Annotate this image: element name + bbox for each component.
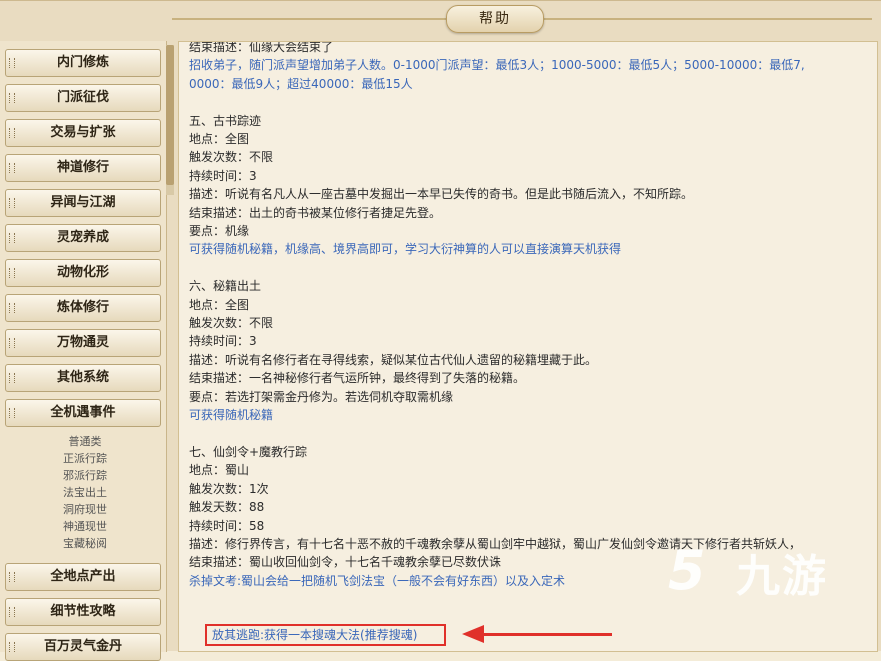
sidebar-item-1[interactable]: 门派征伐: [5, 84, 161, 112]
sidebar-item-0[interactable]: 内门修炼: [5, 49, 161, 77]
help-window: 帮助 内门修炼门派征伐交易与扩张神道修行异闻与江湖灵宠养成动物化形炼体修行万物通…: [0, 0, 881, 661]
content-line: 地点：全图: [189, 297, 250, 312]
grip-icon: [9, 408, 15, 418]
watermark: 5 九游: [668, 537, 858, 627]
sidebar-item-6[interactable]: 动物化形: [5, 259, 161, 287]
content-line: 描述：听说有名修行者在寻得线索，疑似某位古代仙人遗留的秘籍埋藏于此。: [189, 352, 598, 367]
content-line: 结束描述：出土的奇书被某位修行者捷足先登。: [189, 205, 442, 220]
sidebar-item-label: 炼体修行: [56, 300, 109, 315]
grip-icon: [9, 338, 15, 348]
content-line: 要点：机缘: [189, 224, 250, 239]
sidebar-item-10[interactable]: 全机遇事件: [5, 399, 161, 427]
grip-icon: [9, 572, 15, 582]
sidebar-item-9[interactable]: 其他系统: [5, 364, 161, 392]
sidebar-item-5[interactable]: 灵宠养成: [5, 224, 161, 252]
watermark-text: 九游: [736, 551, 828, 602]
content-line: 持续时间：58: [189, 518, 265, 533]
content-line: 五、古书踪迹: [189, 113, 262, 128]
content-line: 触发次数：不限: [189, 316, 274, 331]
sub-category-item[interactable]: 宝藏秘阅: [40, 535, 130, 552]
sidebar-item-label: 细节性攻略: [50, 604, 116, 619]
sub-category-item[interactable]: 正派行踪: [40, 450, 130, 467]
grip-icon: [9, 128, 15, 138]
grip-icon: [9, 198, 15, 208]
sidebar-item-3[interactable]: 神道修行: [5, 154, 161, 182]
content-line: 持续时间：3: [189, 168, 257, 183]
sidebar-bottom-item-2[interactable]: 百万灵气金丹: [5, 633, 161, 661]
grip-icon: [9, 373, 15, 383]
sub-category-list: 普通类 正派行踪 邪派行踪 法宝出土 洞府现世 神通现世 宝藏秘阅: [40, 433, 130, 552]
content-line: 持续时间：3: [189, 334, 257, 349]
sidebar-item-label: 内门修炼: [56, 55, 109, 70]
content-line: 0000：最低9人；超过40000：最低15人: [189, 76, 413, 91]
sidebar-item-label: 动物化形: [56, 265, 109, 280]
grip-icon: [9, 58, 15, 68]
content-line: 地点：蜀山: [189, 463, 250, 478]
sidebar: 内门修炼门派征伐交易与扩张神道修行异闻与江湖灵宠养成动物化形炼体修行万物通灵其他…: [0, 41, 167, 661]
sidebar-item-label: 异闻与江湖: [50, 195, 116, 210]
window-title: 帮助: [446, 5, 544, 33]
grip-icon: [9, 163, 15, 173]
content-line: 七、仙剑令+魔教行踪: [189, 444, 308, 459]
content-line: 地点：全图: [189, 132, 250, 147]
sidebar-item-7[interactable]: 炼体修行: [5, 294, 161, 322]
highlight-text: 放其逃跑:获得一本搜魂大法(推荐搜魂): [212, 628, 418, 642]
sub-category-item[interactable]: 法宝出土: [40, 484, 130, 501]
sub-category-item[interactable]: 普通类: [40, 433, 130, 450]
grip-icon: [9, 93, 15, 103]
sidebar-scrollbar-thumb[interactable]: [166, 45, 174, 185]
sidebar-item-8[interactable]: 万物通灵: [5, 329, 161, 357]
content-line: 可获得随机秘籍，机缘高、境界高即可，学习大衍神算的人可以直接演算天机获得: [189, 242, 622, 257]
sidebar-item-2[interactable]: 交易与扩张: [5, 119, 161, 147]
sub-category-item[interactable]: 邪派行踪: [40, 467, 130, 484]
sidebar-item-label: 神道修行: [56, 160, 109, 175]
annotation-arrow-icon: [462, 625, 484, 643]
content-line: 可获得随机秘籍: [189, 408, 274, 423]
content-line: 招收弟子，随门派声望增加弟子人数。0-1000门派声望：最低3人；1000-50…: [189, 58, 805, 73]
sidebar-bottom-item-0[interactable]: 全地点产出: [5, 563, 161, 591]
sidebar-bottom-item-1[interactable]: 细节性攻略: [5, 598, 161, 626]
sidebar-item-label: 其他系统: [56, 370, 109, 385]
content-line: 描述：听说有名凡人从一座古墓中发掘出一本早已失传的奇书。但是此书随后流入，不知所…: [189, 187, 694, 202]
sidebar-item-label: 交易与扩张: [50, 125, 116, 140]
grip-icon: [9, 303, 15, 313]
sub-category-item[interactable]: 洞府现世: [40, 501, 130, 518]
content-line: 触发次数：1次: [189, 481, 269, 496]
grip-icon: [9, 268, 15, 278]
content-line: 六、秘籍出土: [189, 279, 262, 294]
grip-icon: [9, 233, 15, 243]
sidebar-item-label: 全地点产出: [50, 569, 116, 584]
sidebar-item-label: 门派征伐: [56, 90, 109, 105]
sidebar-item-label: 万物通灵: [56, 335, 109, 350]
content-line: 要点：若选打架需金丹修为。若选伺机夺取需机缘: [189, 389, 454, 404]
sidebar-item-label: 百万灵气金丹: [43, 639, 122, 654]
grip-icon: [9, 607, 15, 617]
watermark-logo-icon: 5: [668, 539, 706, 602]
content-line: 触发次数：不限: [189, 150, 274, 165]
sidebar-item-label: 全机遇事件: [50, 405, 116, 420]
annotation-arrow-shaft: [482, 633, 612, 636]
sidebar-item-label: 灵宠养成: [56, 230, 109, 245]
content-line: 触发天数：88: [189, 500, 265, 515]
content-line: 结束描述：一名神秘修行者气运所钟，最终得到了失落的秘籍。: [189, 371, 526, 386]
sub-category-item[interactable]: 神通现世: [40, 518, 130, 535]
content-line: 结束描述：仙缘大会结束了: [189, 41, 334, 54]
sidebar-item-4[interactable]: 异闻与江湖: [5, 189, 161, 217]
